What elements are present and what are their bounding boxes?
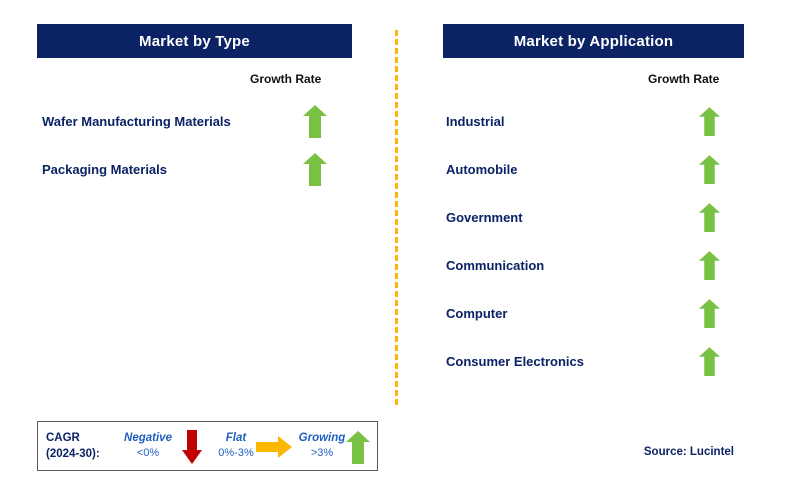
- legend-cagr-label: CAGR (2024-30):: [46, 430, 100, 462]
- table-row: Government: [446, 200, 726, 234]
- row-label: Automobile: [446, 161, 518, 177]
- growth-indicator-cell: [298, 152, 332, 186]
- arrow-up-icon: [303, 152, 327, 186]
- arrow-up-icon: [303, 104, 327, 138]
- row-label: Packaging Materials: [42, 161, 167, 177]
- arrow-down-icon: [182, 430, 202, 464]
- row-label: Communication: [446, 257, 545, 273]
- infographic-canvas: Market by Type Growth Rate Wafer Manufac…: [0, 0, 786, 500]
- table-row: Wafer Manufacturing Materials: [42, 104, 332, 138]
- legend-icon-growing: [343, 428, 373, 466]
- arrow-up-icon: [698, 106, 720, 136]
- legend-icon-flat: [254, 435, 294, 459]
- table-row: Consumer Electronics: [446, 344, 726, 378]
- row-label: Consumer Electronics: [446, 353, 584, 369]
- source-attribution: Source: Lucintel: [643, 446, 734, 458]
- growth-indicator-cell: [692, 346, 726, 376]
- arrow-right-icon: [256, 436, 292, 458]
- table-row: Packaging Materials: [42, 152, 332, 186]
- cagr-legend: CAGR (2024-30): Negative <0% Flat 0%-3%: [37, 421, 378, 471]
- arrow-up-icon: [346, 430, 370, 464]
- growth-indicator-cell: [298, 104, 332, 138]
- row-label: Industrial: [446, 113, 505, 129]
- growth-rate-column-label-left: Growth Rate: [250, 72, 322, 86]
- panel-market-by-application: Market by Application Growth Rate Indust…: [396, 0, 786, 500]
- arrow-up-icon: [698, 250, 720, 280]
- legend-item-title: Negative: [124, 432, 172, 444]
- table-row: Automobile: [446, 152, 726, 186]
- arrow-up-icon: [698, 154, 720, 184]
- panel-divider: [395, 30, 398, 405]
- table-row: Computer: [446, 296, 726, 330]
- row-label: Government: [446, 209, 523, 225]
- legend-item-negative: Negative <0%: [116, 431, 180, 461]
- growth-indicator-cell: [692, 250, 726, 280]
- arrow-up-icon: [698, 298, 720, 328]
- panel-header-market-by-application: Market by Application: [443, 24, 744, 58]
- growth-indicator-cell: [692, 106, 726, 136]
- legend-cagr-line2: (2024-30):: [46, 448, 100, 460]
- panel-header-market-by-type: Market by Type: [37, 24, 352, 58]
- arrow-up-icon: [698, 346, 720, 376]
- legend-icon-negative: [178, 428, 206, 466]
- growth-indicator-cell: [692, 154, 726, 184]
- growth-indicator-cell: [692, 298, 726, 328]
- table-row: Industrial: [446, 104, 726, 138]
- legend-cagr-line1: CAGR: [46, 432, 80, 444]
- table-row: Communication: [446, 248, 726, 282]
- growth-rate-column-label-right: Growth Rate: [648, 72, 720, 86]
- row-label: Computer: [446, 305, 508, 321]
- growth-indicator-cell: [692, 202, 726, 232]
- arrow-up-icon: [698, 202, 720, 232]
- legend-item-range: <0%: [136, 447, 160, 459]
- row-label: Wafer Manufacturing Materials: [42, 113, 231, 129]
